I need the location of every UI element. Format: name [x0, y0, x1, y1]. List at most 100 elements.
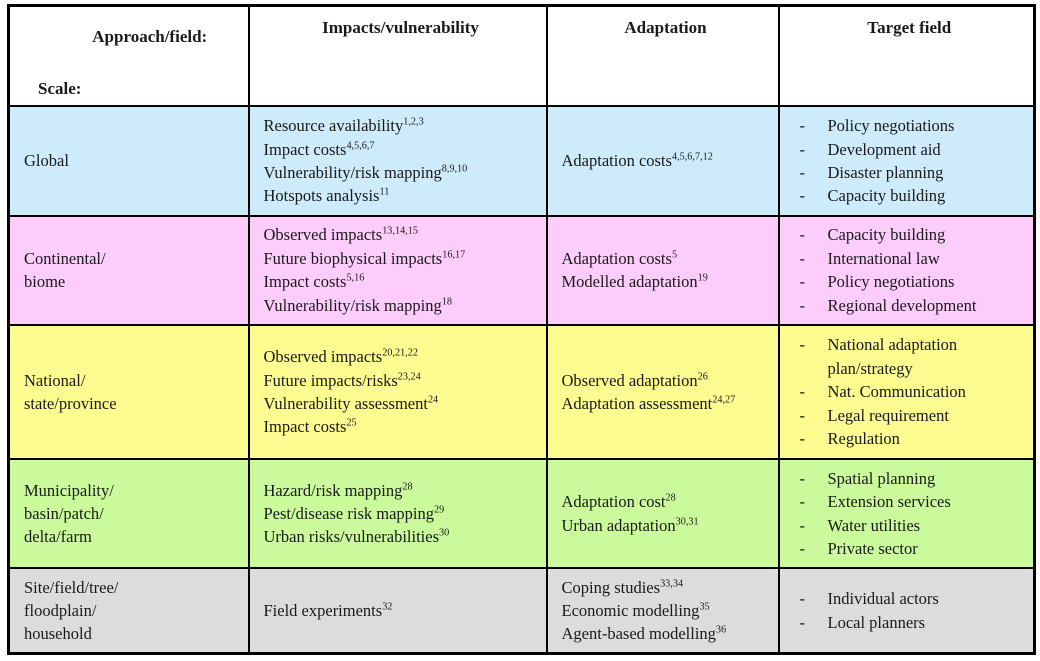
impact-entry: Hazard/risk mapping28	[264, 479, 538, 502]
entry-text: Urban adaptation	[561, 515, 676, 535]
adaptation-entry: Agent-based modelling36	[562, 622, 770, 645]
entry-text: Hazard/risk mapping	[263, 480, 403, 500]
entry-text: Field experiments	[263, 600, 383, 620]
target-field-bullet: - Policy negotiations	[794, 270, 1026, 293]
impact-entry: Vulnerability/risk mapping8,9,10	[264, 161, 538, 184]
scale-label-line: basin/patch/	[24, 503, 104, 523]
impact-entry: Impact costs5,16	[264, 270, 538, 293]
scale-label-line: Global	[24, 151, 69, 171]
target-field-cell-national: - National adaptation plan/strategy - Nat. …	[777, 323, 1036, 460]
matrix-row: Continental/biome Observed impacts13,14,1…	[7, 214, 1036, 326]
reference-superscript: 28	[402, 481, 413, 492]
impact-entry: Resource availability1,2,3	[264, 114, 538, 137]
reference-superscript: 4,5,6,7	[346, 140, 375, 151]
bullet-dash-icon: -	[799, 272, 806, 292]
target-field-label: Legal requirement	[827, 405, 949, 425]
bullet-dash-icon: -	[799, 139, 806, 159]
target-field-label: Capacity building	[827, 186, 946, 206]
reference-superscript: 30	[439, 527, 450, 539]
entry-text: Future impacts/risks	[263, 370, 398, 390]
target-field-label: Disaster planning	[827, 162, 944, 182]
bullet-dash-icon: -	[799, 295, 806, 315]
bullet-dash-icon: -	[799, 429, 806, 449]
entry-text: Observed adaptation	[561, 370, 698, 390]
reference-superscript: 5,16	[346, 272, 365, 284]
impact-entry: Impact costs25	[264, 415, 538, 438]
bullet-dash-icon: -	[799, 515, 806, 535]
bullet-dash-icon: -	[799, 612, 806, 632]
entry-text: Adaptation costs	[561, 248, 672, 268]
entry-text: Observed impacts	[263, 225, 383, 245]
target-field-bullet: - Nat. Communication	[794, 380, 1026, 403]
reference-superscript: 32	[382, 601, 393, 613]
target-field-label: Water utilities	[827, 515, 921, 535]
scale-approach-matrix-container: Approach/field: Scale: Impacts/vulnerabi…	[0, 0, 1040, 661]
header-cell-scale: Approach/field: Scale:	[7, 4, 250, 108]
entry-text: Adaptation assessment	[561, 393, 713, 413]
target-field-bullet: - Water utilities	[794, 514, 1026, 537]
impacts-cell-continental: Observed impacts13,14,15 Future biophysic…	[247, 214, 548, 326]
reference-superscript: 8,9,10	[441, 163, 468, 175]
adaptation-entry: Urban adaptation30,31	[562, 514, 770, 537]
impact-entry: Pest/disease risk mapping29	[264, 502, 538, 525]
scale-cell-national: National/state/province	[7, 323, 250, 460]
reference-superscript: 35	[699, 601, 710, 613]
target-field-label: Regional development	[827, 295, 977, 315]
target-field-label: Policy negotiations	[827, 272, 955, 292]
entry-text: Impact costs	[263, 417, 347, 437]
scale-cell-global: Global	[7, 105, 250, 217]
impacts-cell-site: Field experiments32	[247, 567, 548, 655]
entry-text: Modelled adaptation	[561, 272, 698, 292]
target-field-bullet: - Private sector	[794, 537, 1026, 560]
reference-superscript: 36	[715, 624, 727, 636]
reference-superscript: 1,2,3	[403, 116, 424, 128]
adaptation-cell-national: Observed adaptation26 Adaptation assessme…	[545, 323, 780, 460]
header-label-approach-field: Approach/field:	[92, 27, 208, 46]
matrix-row: Site/field/tree/floodplain/household Fiel…	[7, 567, 1036, 655]
reference-superscript: 24,27	[712, 394, 736, 406]
target-field-label: Extension services	[827, 492, 951, 512]
scale-label-line: National/	[24, 370, 86, 390]
reference-superscript: 18	[441, 296, 452, 308]
reference-superscript: 33,34	[660, 578, 684, 590]
header-cell-adaptation: Adaptation	[545, 4, 780, 108]
entry-text: Observed impacts	[263, 347, 383, 367]
scale-label-line: Continental/	[24, 248, 106, 268]
reference-superscript: 28	[665, 492, 676, 504]
entry-text: Pest/disease risk mapping	[263, 503, 434, 523]
impact-entry: Urban risks/vulnerabilities30	[264, 525, 538, 548]
entry-text: Agent-based modelling	[561, 624, 716, 644]
reference-superscript: 4,5,6,7,12	[671, 151, 713, 163]
reference-superscript: 16,17	[442, 249, 466, 261]
header-cell-impacts: Impacts/vulnerability	[247, 4, 548, 108]
reference-superscript: 26	[697, 371, 708, 383]
bullet-dash-icon: -	[799, 225, 806, 245]
target-field-cell-site: - Individual actors - Local planners	[777, 567, 1036, 655]
target-field-label: Development aid	[827, 139, 941, 159]
entry-text: Impact costs	[263, 272, 347, 292]
matrix-header-row: Approach/field: Scale: Impacts/vulnerabi…	[7, 4, 1036, 108]
target-field-bullet: - Development aid	[794, 138, 1026, 161]
target-field-label: Regulation	[827, 429, 900, 449]
entry-text: Vulnerability/risk mapping	[263, 295, 442, 315]
matrix-row: Municipality/basin/patch/delta/farm Hazar…	[7, 457, 1036, 570]
target-field-label: National adaptation plan/strategy	[827, 335, 958, 378]
impact-entry: Hotspots analysis11	[264, 184, 538, 207]
target-field-bullet: - Legal requirement	[794, 404, 1026, 427]
bullet-dash-icon: -	[799, 248, 806, 268]
reference-superscript: 25	[346, 417, 357, 429]
scale-cell-municipality: Municipality/basin/patch/delta/farm	[7, 457, 250, 570]
target-field-label: Private sector	[827, 539, 918, 559]
entry-text: Future biophysical impacts	[263, 248, 443, 268]
target-field-label: Capacity building	[827, 225, 946, 245]
scale-label-line: Municipality/	[24, 480, 114, 500]
target-field-cell-municipality: - Spatial planning - Extension services - Wat…	[777, 457, 1036, 570]
bullet-dash-icon: -	[799, 382, 806, 402]
matrix-row: National/state/province Observed impacts 2…	[7, 323, 1036, 460]
target-field-label: Individual actors	[827, 589, 939, 609]
target-field-bullet: - Extension services	[794, 490, 1026, 513]
reference-superscript: 11	[379, 186, 390, 198]
scale-label-line: biome	[24, 272, 66, 292]
reference-superscript: 23,24	[397, 371, 421, 383]
target-field-bullet: - Spatial planning	[794, 467, 1026, 490]
